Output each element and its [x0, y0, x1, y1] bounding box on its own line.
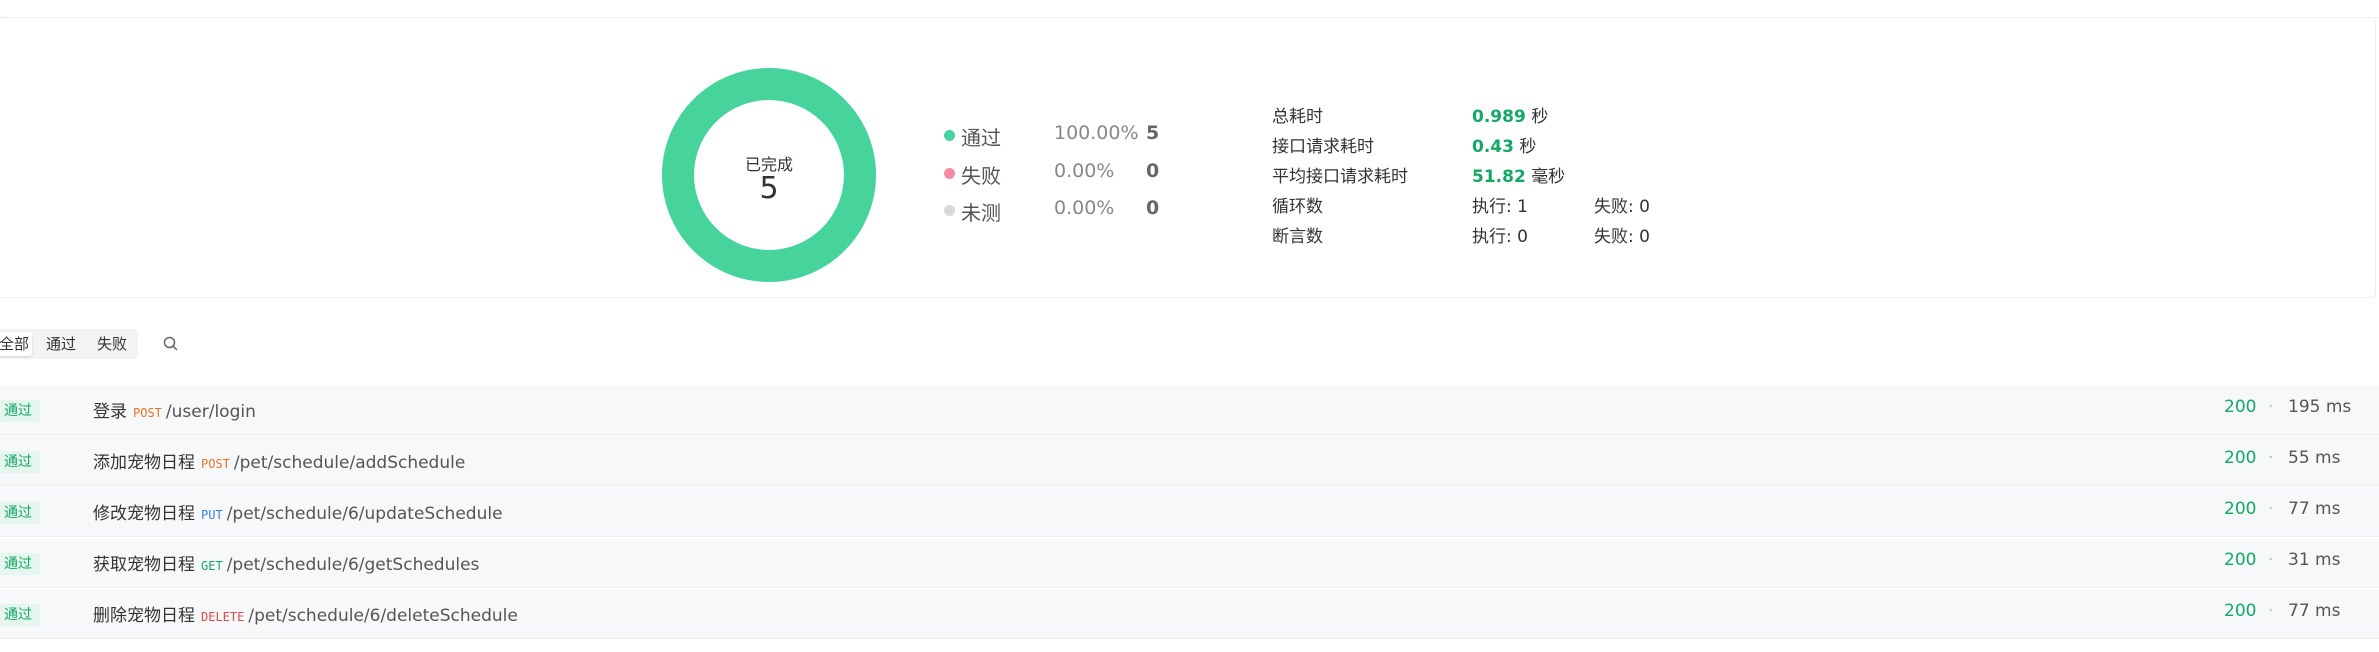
search-icon: [163, 336, 178, 351]
separator: ·: [2268, 499, 2274, 519]
search-button[interactable]: [161, 334, 181, 354]
stat-label: 平均接口请求耗时: [1272, 167, 1408, 187]
result-badge: 通过: [0, 553, 40, 575]
request-row[interactable]: 通过 修改宠物日程 PUT/pet/schedule/6/updateSchedu…: [0, 487, 2379, 537]
stat-request-time: 接口请求耗时 0.43 秒: [1272, 132, 1722, 162]
stat-loops: 循环数 执行: 1 失败: 0: [1272, 192, 1722, 222]
legend-count: 0: [1146, 197, 1160, 219]
stat-label: 循环数: [1272, 197, 1323, 217]
filter-segmented-control: 全部 通过 失败: [0, 329, 138, 359]
stat-exec: 执行: 1: [1472, 197, 1528, 217]
request-path: /pet/schedule/6/updateSchedule: [226, 504, 503, 524]
filter-pass-button[interactable]: 通过: [36, 332, 86, 356]
status-code: 200: [2224, 397, 2257, 417]
request-name: 登录: [93, 402, 127, 422]
stat-fail: 失败: 0: [1594, 197, 1650, 217]
stat-value: 51.82 毫秒: [1472, 162, 1565, 187]
stat-asserts: 断言数 执行: 0 失败: 0: [1272, 222, 1722, 252]
result-badge: 通过: [0, 451, 40, 473]
request-name: 添加宠物日程: [93, 453, 195, 473]
stat-label: 断言数: [1272, 227, 1323, 247]
stat-unit: 秒: [1519, 137, 1537, 157]
request-info: 修改宠物日程 PUT/pet/schedule/6/updateSchedule: [93, 499, 503, 524]
summary-card: 已完成 5 通过 100.00% 5 失败 0.00% 0 未测 0.00% 0…: [0, 17, 2376, 298]
request-path: /pet/schedule/6/getSchedules: [226, 555, 480, 575]
response-time: 77 ms: [2288, 499, 2341, 519]
http-method: POST: [133, 406, 162, 420]
stat-exec: 执行: 0: [1472, 227, 1528, 247]
legend-count: 0: [1146, 160, 1160, 182]
separator: ·: [2268, 397, 2274, 417]
response-time: 195 ms: [2288, 397, 2352, 417]
filter-all-button[interactable]: 全部: [0, 332, 32, 356]
result-badge: 通过: [0, 502, 40, 524]
legend-percent: 0.00%: [1054, 160, 1115, 182]
legend-count: 5: [1146, 122, 1160, 144]
legend-row-fail: 失败 0.00% 0: [944, 160, 1204, 190]
legend-dot-pass: [944, 130, 955, 141]
stat-number: 0.989: [1472, 107, 1526, 127]
result-badge: 通过: [0, 400, 40, 422]
stat-value: 0.43 秒: [1472, 132, 1536, 157]
http-method: PUT: [201, 508, 223, 522]
separator: ·: [2268, 448, 2274, 468]
http-method: POST: [201, 457, 230, 471]
stat-number: 51.82: [1472, 167, 1526, 187]
separator: ·: [2268, 601, 2274, 621]
legend-percent: 0.00%: [1054, 197, 1115, 219]
legend-name: 失败: [961, 164, 1001, 188]
response-time: 55 ms: [2288, 448, 2341, 468]
request-name: 修改宠物日程: [93, 504, 195, 524]
legend-percent: 100.00%: [1054, 122, 1139, 144]
status-code: 200: [2224, 550, 2257, 570]
http-method: DELETE: [201, 610, 245, 624]
request-path: /pet/schedule/6/deleteSchedule: [248, 606, 518, 626]
legend-name: 通过: [961, 126, 1001, 150]
stat-label: 总耗时: [1272, 107, 1323, 127]
result-badge: 通过: [0, 604, 40, 626]
status-code: 200: [2224, 601, 2257, 621]
stat-avg-request-time: 平均接口请求耗时 51.82 毫秒: [1272, 162, 1722, 192]
request-info: 获取宠物日程 GET/pet/schedule/6/getSchedules: [93, 550, 479, 575]
stat-unit: 毫秒: [1531, 167, 1566, 187]
request-row[interactable]: 通过 获取宠物日程 GET/pet/schedule/6/getSchedules…: [0, 538, 2379, 588]
request-name: 获取宠物日程: [93, 555, 195, 575]
separator: ·: [2268, 550, 2274, 570]
stat-number: 0.43: [1472, 137, 1514, 157]
completion-donut: 已完成 5: [661, 67, 877, 283]
legend-name: 未测: [961, 201, 1001, 225]
request-row[interactable]: 通过 添加宠物日程 POST/pet/schedule/addSchedule 2…: [0, 436, 2379, 486]
legend-dot-untested: [944, 205, 955, 216]
status-code: 200: [2224, 448, 2257, 468]
status-code: 200: [2224, 499, 2257, 519]
legend-row-untested: 未测 0.00% 0: [944, 197, 1204, 227]
legend-row-pass: 通过 100.00% 5: [944, 122, 1204, 152]
stat-value: 0.989 秒: [1472, 102, 1548, 127]
request-row[interactable]: 通过 登录 POST/user/login 200 · 195 ms: [0, 385, 2379, 435]
filter-fail-button[interactable]: 失败: [88, 332, 136, 356]
request-info: 删除宠物日程 DELETE/pet/schedule/6/deleteSchedu…: [93, 601, 518, 626]
request-path: /pet/schedule/addSchedule: [233, 453, 466, 473]
stat-label: 接口请求耗时: [1272, 137, 1374, 157]
request-name: 删除宠物日程: [93, 606, 195, 626]
stat-fail: 失败: 0: [1594, 227, 1650, 247]
stat-total-time: 总耗时 0.989 秒: [1272, 102, 1722, 132]
response-time: 31 ms: [2288, 550, 2341, 570]
stat-unit: 秒: [1531, 107, 1549, 127]
response-time: 77 ms: [2288, 601, 2341, 621]
request-info: 登录 POST/user/login: [93, 397, 256, 422]
request-info: 添加宠物日程 POST/pet/schedule/addSchedule: [93, 448, 465, 473]
donut-count: 5: [759, 171, 779, 206]
legend-dot-fail: [944, 168, 955, 179]
http-method: GET: [201, 559, 223, 573]
request-path: /user/login: [165, 402, 256, 422]
request-row[interactable]: 通过 删除宠物日程 DELETE/pet/schedule/6/deleteSch…: [0, 589, 2379, 639]
